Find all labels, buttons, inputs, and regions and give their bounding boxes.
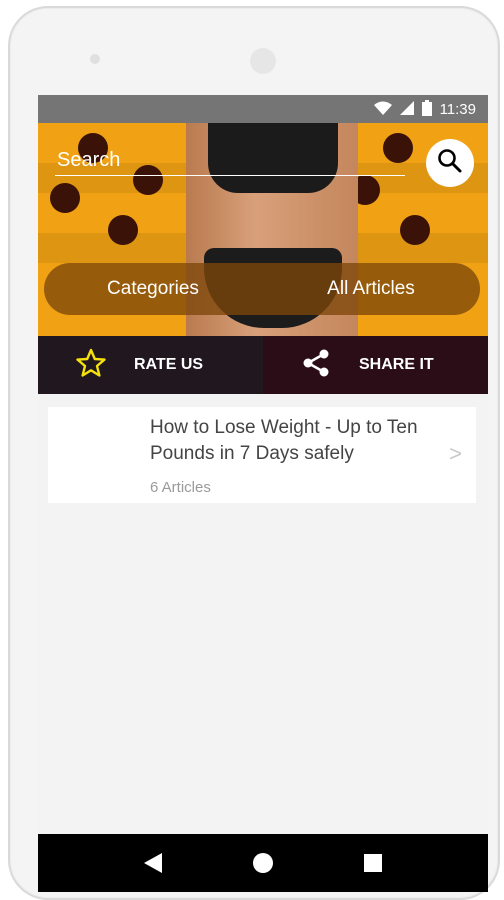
article-title: How to Lose Weight - Up to Ten Pounds in… <box>150 417 418 464</box>
app-screen: 11:39 Search Categories All Articles RAT… <box>38 95 488 892</box>
status-bar: 11:39 <box>38 95 488 123</box>
share-it-button[interactable]: SHARE IT <box>263 336 488 394</box>
share-icon <box>301 348 331 383</box>
battery-icon <box>421 99 432 119</box>
search-field[interactable] <box>55 145 405 176</box>
nav-pill-bar: Categories All Articles <box>44 263 480 315</box>
decor-blot <box>400 215 430 245</box>
chevron-right-icon: > <box>449 441 462 466</box>
wifi-icon <box>373 101 392 118</box>
rate-us-button[interactable]: RATE US <box>38 336 263 394</box>
decor-blot <box>50 183 80 213</box>
cellular-signal-icon <box>399 100 414 118</box>
categories-button[interactable]: Categories <box>44 277 262 301</box>
front-camera <box>250 48 276 74</box>
recents-icon[interactable] <box>358 848 388 878</box>
home-icon[interactable] <box>248 848 278 878</box>
search-button[interactable] <box>426 139 474 187</box>
article-list-item[interactable]: How to Lose Weight - Up to Ten Pounds in… <box>48 407 476 503</box>
phone-frame: 11:39 Search Categories All Articles RAT… <box>8 6 500 900</box>
article-count: 6 Articles <box>150 479 211 496</box>
all-articles-button[interactable]: All Articles <box>262 277 480 301</box>
system-nav-bar <box>38 834 488 892</box>
decor-blot <box>108 215 138 245</box>
back-icon[interactable] <box>138 848 168 878</box>
action-bar: RATE US SHARE IT <box>38 336 488 394</box>
status-time: 11:39 <box>439 100 476 118</box>
star-icon <box>76 348 106 383</box>
share-it-label: SHARE IT <box>359 356 434 373</box>
header-banner: Categories All Articles <box>38 123 488 336</box>
sensor-dot <box>90 54 100 64</box>
rate-us-label: RATE US <box>134 356 204 373</box>
search-icon <box>437 148 463 179</box>
search-input[interactable] <box>55 147 405 173</box>
